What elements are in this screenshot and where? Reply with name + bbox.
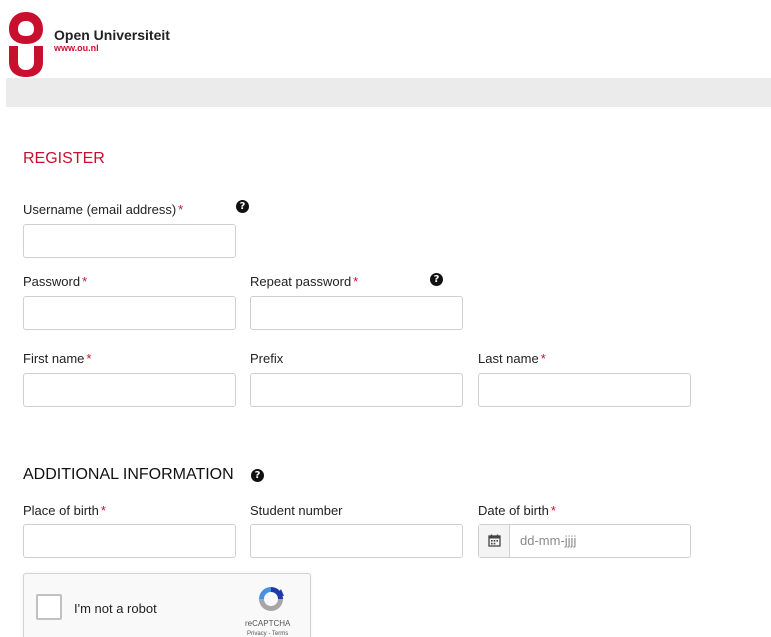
password-label: Password * — [23, 274, 87, 289]
recaptcha-label: I'm not a robot — [74, 601, 157, 616]
prefix-label: Prefix — [250, 351, 283, 366]
username-help-icon[interactable]: ? — [236, 200, 249, 213]
register-title: REGISTER — [23, 150, 105, 167]
username-label: Username (email address) * — [23, 202, 183, 217]
last-name-label-text: Last name — [478, 351, 539, 366]
recaptcha-widget: I'm not a robot reCAPTCHA Privacy - Term… — [23, 573, 311, 637]
username-label-text: Username (email address) — [23, 202, 177, 217]
place-of-birth-label-text: Place of birth — [23, 503, 99, 518]
required-mark: * — [353, 274, 359, 289]
recaptcha-checkbox[interactable] — [36, 594, 62, 620]
date-of-birth-placeholder: dd-mm-jjjj — [520, 533, 577, 548]
site-header: Open Universiteit www.ou.nl — [0, 0, 771, 78]
password-help-icon[interactable]: ? — [430, 273, 443, 286]
required-mark: * — [100, 503, 106, 518]
open-universiteit-logo-icon[interactable] — [6, 10, 46, 78]
place-of-birth-input[interactable] — [23, 524, 236, 558]
required-mark: * — [178, 202, 184, 217]
recaptcha-links[interactable]: Privacy - Terms — [247, 631, 288, 637]
additional-info-help-icon[interactable]: ? — [251, 469, 264, 482]
place-of-birth-label: Place of birth * — [23, 503, 106, 518]
date-of-birth-input[interactable]: dd-mm-jjjj — [478, 524, 691, 558]
prefix-input[interactable] — [250, 373, 463, 407]
calendar-button[interactable] — [479, 525, 510, 557]
calendar-icon — [488, 534, 501, 547]
date-of-birth-label-text: Date of birth — [478, 503, 549, 518]
username-input[interactable] — [23, 224, 236, 258]
repeat-password-label-text: Repeat password — [250, 274, 352, 289]
repeat-password-label: Repeat password * — [250, 274, 358, 289]
brand-url[interactable]: www.ou.nl — [54, 43, 99, 53]
last-name-label: Last name * — [478, 351, 546, 366]
last-name-input[interactable] — [478, 373, 691, 407]
student-number-label-text: Student number — [250, 503, 343, 518]
required-mark: * — [86, 351, 92, 366]
recaptcha-brand: reCAPTCHA — [245, 619, 291, 628]
password-label-text: Password — [23, 274, 81, 289]
brand-name: Open Universiteit — [54, 27, 170, 43]
repeat-password-input[interactable] — [250, 296, 463, 330]
student-number-input[interactable] — [250, 524, 463, 558]
required-mark: * — [550, 503, 556, 518]
additional-info-title-text: ADDITIONAL INFORMATION — [23, 466, 234, 483]
first-name-label-text: First name — [23, 351, 85, 366]
prefix-label-text: Prefix — [250, 351, 284, 366]
required-mark: * — [82, 274, 88, 289]
recaptcha-logo-icon — [259, 587, 284, 611]
date-of-birth-label: Date of birth * — [478, 503, 556, 518]
required-mark: * — [540, 351, 546, 366]
first-name-input[interactable] — [23, 373, 236, 407]
student-number-label: Student number — [250, 503, 343, 518]
first-name-label: First name * — [23, 351, 91, 366]
additional-info-title: ADDITIONAL INFORMATION — [23, 466, 234, 484]
nav-bar — [6, 78, 771, 107]
password-input[interactable] — [23, 296, 236, 330]
